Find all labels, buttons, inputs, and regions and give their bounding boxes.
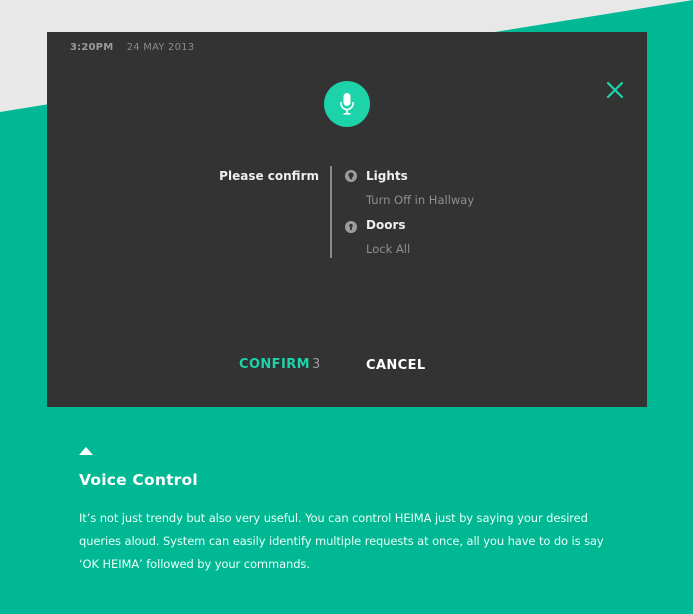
confirm-button[interactable]: CONFIRM	[239, 357, 310, 372]
feature-description: It’s not just trendy but also very usefu…	[79, 511, 604, 571]
item-title-doors: Doors	[366, 218, 406, 232]
caret-up-icon	[79, 447, 93, 455]
voice-confirm-panel: 3:20PM 24 MAY 2013 Please confirm Lights…	[47, 32, 647, 407]
confirm-countdown: 3	[312, 357, 321, 372]
close-icon[interactable]	[603, 78, 627, 102]
microphone-button[interactable]	[324, 81, 370, 127]
item-action-doors: Lock All	[366, 242, 411, 256]
status-bar: 3:20PM 24 MAY 2013	[70, 42, 194, 53]
microphone-icon	[340, 93, 354, 115]
cancel-button[interactable]: CANCEL	[366, 358, 426, 373]
feature-title: Voice Control	[79, 471, 198, 489]
item-title-lights: Lights	[366, 169, 408, 183]
keyhole-icon	[345, 221, 357, 233]
item-action-lights: Turn Off in Hallway	[366, 193, 475, 207]
divider	[330, 166, 332, 258]
bulb-icon	[345, 170, 357, 182]
confirm-prompt: Please confirm	[219, 169, 319, 183]
status-date: 24 MAY 2013	[126, 42, 195, 53]
status-time: 3:20PM	[70, 42, 114, 53]
